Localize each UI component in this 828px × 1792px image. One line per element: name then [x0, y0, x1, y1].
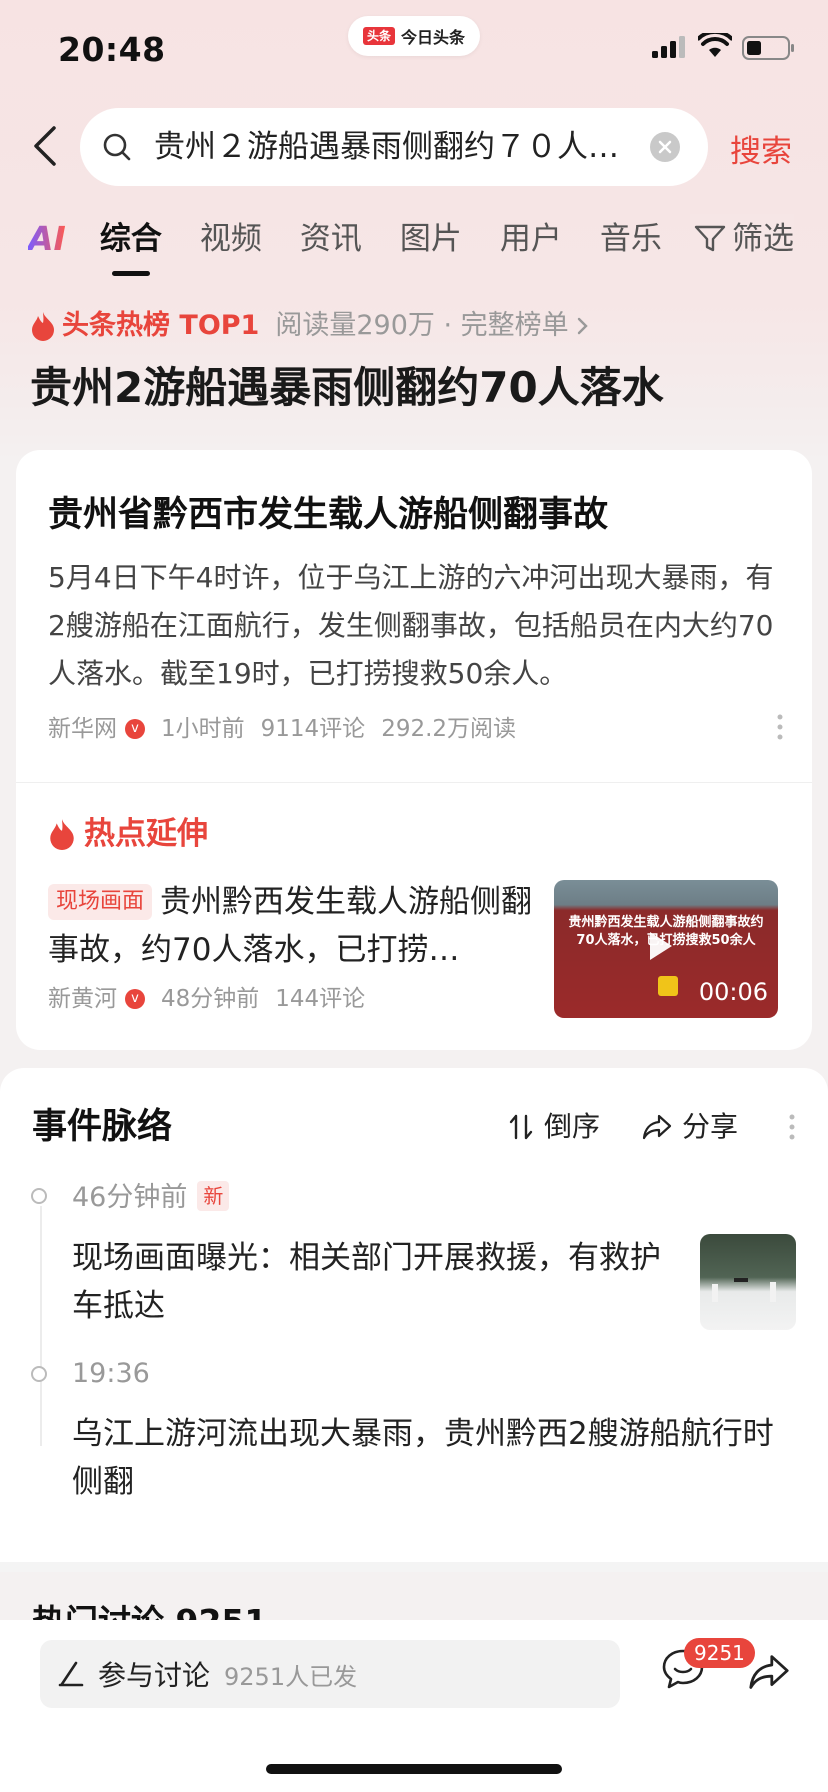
article-card: 贵州省黔西市发生载人游船侧翻事故 5月4日下午4时许，位于乌江上游的六冲河出现大…	[16, 450, 812, 1050]
extension-item[interactable]: 现场画面 贵州黔西发生载人游船侧翻事故，约70人落水，已打捞…	[48, 878, 538, 974]
extension-time: 48分钟前	[161, 986, 260, 1012]
timeline-thumbnail[interactable]	[700, 1234, 796, 1330]
tab-music[interactable]: 音乐	[600, 214, 662, 264]
timeline-time-text: 46分钟前	[72, 1182, 188, 1213]
discuss-label: 参与讨论	[98, 1659, 211, 1692]
battery-icon	[742, 36, 794, 60]
article-reads: 292.2万阅读	[381, 716, 517, 742]
timeline-item-time: 46分钟前新	[72, 1178, 230, 1218]
fire-icon	[32, 312, 54, 341]
timeline-dot	[31, 1366, 47, 1382]
hot-extension-header: 热点延伸	[48, 812, 208, 856]
share-icon[interactable]	[748, 1652, 790, 1692]
play-icon[interactable]	[650, 932, 672, 960]
verified-icon: v	[125, 719, 145, 739]
sort-icon	[509, 1114, 533, 1140]
search-input[interactable]: 贵州２游船遇暴雨侧翻约７０人…	[80, 108, 708, 186]
timeline-item-text[interactable]: 现场画面曝光：相关部门开展救援，有救护车抵达	[72, 1234, 672, 1330]
timeline-dot	[31, 1188, 47, 1204]
search-tabs: AI 综合 视频 资讯 图片 用户 音乐	[28, 214, 662, 276]
article-comments: 9114评论	[260, 716, 366, 742]
timeline-line	[40, 1206, 42, 1446]
status-time: 20:48	[58, 30, 166, 69]
app-name: 今日头条	[401, 28, 466, 47]
extension-meta: 新黄河 v 48分钟前 144评论	[48, 982, 365, 1016]
hot-rank-label: 头条热榜 TOP1	[62, 310, 260, 341]
scene-tag: 现场画面	[48, 884, 153, 920]
tab-video[interactable]: 视频	[200, 214, 262, 264]
app-logo: 头条	[362, 27, 395, 45]
search-query[interactable]: 贵州２游船遇暴雨侧翻约７０人…	[154, 126, 624, 168]
video-thumbnail[interactable]: 贵州黔西发生载人游船侧翻事故约70人落水，已打捞搜救50余人 00:06	[554, 880, 778, 1018]
timeline-item-text[interactable]: 乌江上游河流出现大暴雨，贵州黔西2艘游船航行时侧翻	[72, 1410, 792, 1506]
article-time: 1小时前	[161, 716, 245, 742]
timeline-title: 事件脉络	[32, 1107, 173, 1147]
extension-comments: 144评论	[275, 986, 366, 1012]
source-logo-icon	[658, 976, 678, 996]
filter-button[interactable]: 筛选	[690, 214, 794, 264]
more-icon[interactable]	[774, 712, 786, 742]
search-button[interactable]: 搜索	[730, 126, 792, 171]
sort-label: 倒序	[544, 1110, 601, 1143]
back-icon[interactable]	[28, 122, 64, 170]
more-icon[interactable]	[786, 1112, 798, 1142]
share-label: 分享	[682, 1110, 739, 1143]
pen-icon	[58, 1661, 84, 1687]
signal-icon	[652, 36, 685, 58]
chevron-right-icon	[577, 317, 588, 335]
section-separator	[0, 1562, 828, 1572]
share-icon	[642, 1114, 672, 1140]
filter-icon	[694, 225, 726, 252]
video-duration: 00:06	[698, 978, 768, 1006]
clear-icon[interactable]	[650, 132, 680, 162]
fire-icon	[50, 819, 74, 850]
hot-rank-row[interactable]: 头条热榜 TOP1 阅读量290万 · 完整榜单	[30, 306, 591, 346]
article-title[interactable]: 贵州省黔西市发生载人游船侧翻事故	[48, 490, 608, 540]
tab-users[interactable]: 用户	[500, 214, 562, 264]
hot-extension-label: 热点延伸	[84, 816, 208, 852]
tab-news[interactable]: 资讯	[300, 214, 362, 264]
sort-button[interactable]: 倒序	[508, 1106, 600, 1148]
hot-rank-meta: 阅读量290万 · 完整榜单	[275, 310, 569, 341]
article-meta: 新华网 v 1小时前 9114评论 292.2万阅读	[48, 712, 516, 746]
verified-icon: v	[125, 989, 145, 1009]
new-badge: 新	[197, 1181, 230, 1211]
timeline-item-time: 19:36	[72, 1358, 150, 1389]
home-indicator[interactable]	[266, 1764, 562, 1774]
tab-comprehensive[interactable]: 综合	[100, 214, 162, 276]
hot-headline[interactable]: 贵州2游船遇暴雨侧翻约70人落水	[30, 360, 664, 416]
article-summary[interactable]: 5月4日下午4时许，位于乌江上游的六冲河出现大暴雨，有2艘游船在江面航行，发生侧…	[48, 554, 778, 698]
article-source[interactable]: 新华网	[48, 712, 117, 746]
tab-ai[interactable]: AI	[28, 214, 66, 264]
extension-source[interactable]: 新黄河	[48, 982, 117, 1016]
tab-images[interactable]: 图片	[400, 214, 462, 264]
comment-count-badge: 9251	[684, 1638, 755, 1668]
discuss-input[interactable]: 参与讨论 9251人已发	[40, 1640, 620, 1708]
divider	[16, 782, 812, 783]
share-button[interactable]: 分享	[642, 1106, 738, 1148]
timeline-card: 事件脉络 倒序 分享 46分钟前新 现场画面曝光：相关部门开展救援，有救护车抵达…	[0, 1068, 828, 1562]
filter-label: 筛选	[732, 221, 794, 257]
search-icon	[103, 133, 131, 161]
wifi-icon	[698, 33, 732, 57]
discuss-count: 9251人已发	[224, 1662, 358, 1691]
app-switch-pill[interactable]: 头条 今日头条	[348, 16, 480, 56]
